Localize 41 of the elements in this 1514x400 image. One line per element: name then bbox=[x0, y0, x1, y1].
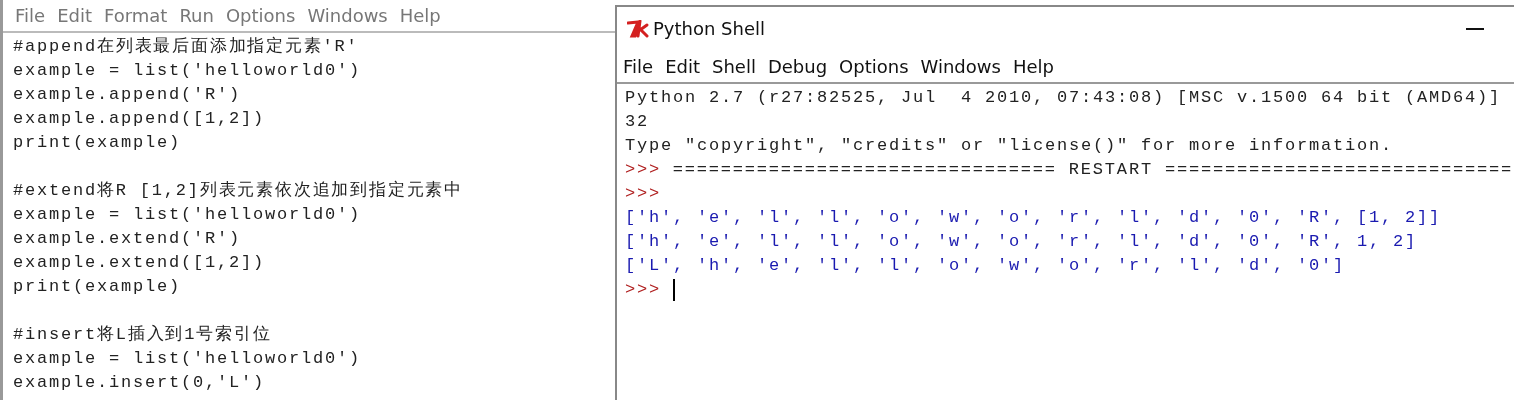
menu-item[interactable]: Windows bbox=[916, 55, 1009, 77]
menu-item[interactable]: Windows bbox=[303, 5, 396, 26]
minimize-icon[interactable] bbox=[1466, 27, 1484, 30]
console-line: ['h', 'e', 'l', 'l', 'o', 'w', 'o', 'r', 'l', 'd', '0', 'R', [1, 2]] bbox=[625, 207, 1442, 229]
code-line: example = list('helloworld0') bbox=[13, 348, 363, 370]
code-line: example.extend([1,2]) bbox=[13, 252, 267, 274]
window-title: Python Shell bbox=[653, 18, 766, 39]
console-line: 32 bbox=[625, 111, 649, 133]
code-line: example.insert(0,'L') bbox=[13, 372, 267, 394]
console-line: ['h', 'e', 'l', 'l', 'o', 'w', 'o', 'r', 'l', 'd', '0', 'R', 1, 2] bbox=[625, 231, 1418, 253]
console-line: ['L', 'h', 'e', 'l', 'l', 'o', 'w', 'o', 'r', 'l', 'd', '0'] bbox=[625, 255, 1346, 277]
text-cursor bbox=[672, 279, 675, 301]
menu-item[interactable]: Edit bbox=[661, 55, 708, 77]
menu-item[interactable]: File bbox=[619, 55, 662, 77]
menu-item[interactable]: Run bbox=[175, 5, 222, 26]
code-line: #append在列表最后面添加指定元素'R' bbox=[13, 35, 360, 58]
tk-feather-icon bbox=[627, 19, 649, 38]
code-line: example.append([1,2]) bbox=[13, 108, 267, 130]
menu-item[interactable]: Shell bbox=[708, 55, 764, 77]
menu-item[interactable]: File bbox=[11, 5, 54, 26]
menu-item[interactable]: Format bbox=[100, 5, 176, 26]
menu-item[interactable]: Debug bbox=[763, 55, 836, 77]
code-line: #extend将R [1,2]列表元素依次追加到指定元素中 bbox=[13, 179, 465, 202]
menu-item[interactable]: Help bbox=[1008, 55, 1062, 77]
code-line: print(example) bbox=[13, 276, 183, 298]
code-line: example = list('helloworld0') bbox=[13, 60, 363, 82]
menu-item[interactable]: Edit bbox=[53, 5, 100, 26]
prompt: >>> bbox=[625, 159, 661, 181]
code-line: example.extend('R') bbox=[13, 228, 243, 250]
menu-item[interactable]: Options bbox=[221, 5, 304, 26]
code-line: example.append('R') bbox=[13, 84, 243, 106]
prompt: >>> bbox=[625, 279, 661, 301]
code-line: example = list('helloworld0') bbox=[13, 204, 363, 226]
console-line: Python 2.7 (r27:82525, Jul 4 2010, 07:43:08) [MSC v.1500 64 bit (AMD64)] bbox=[625, 87, 1502, 109]
code-line: print(example) bbox=[13, 132, 183, 154]
code-line: #insert将L插入到1号索引位 bbox=[13, 324, 273, 346]
prompt: >>> bbox=[625, 183, 661, 205]
console-line: Type "copyright", "credits" or "license()" for more information. bbox=[625, 135, 1394, 157]
console-line: ================================ RESTART ============================= bbox=[672, 159, 1513, 181]
menu-item[interactable]: Help bbox=[395, 5, 449, 26]
menu-item[interactable]: Options bbox=[835, 55, 917, 77]
